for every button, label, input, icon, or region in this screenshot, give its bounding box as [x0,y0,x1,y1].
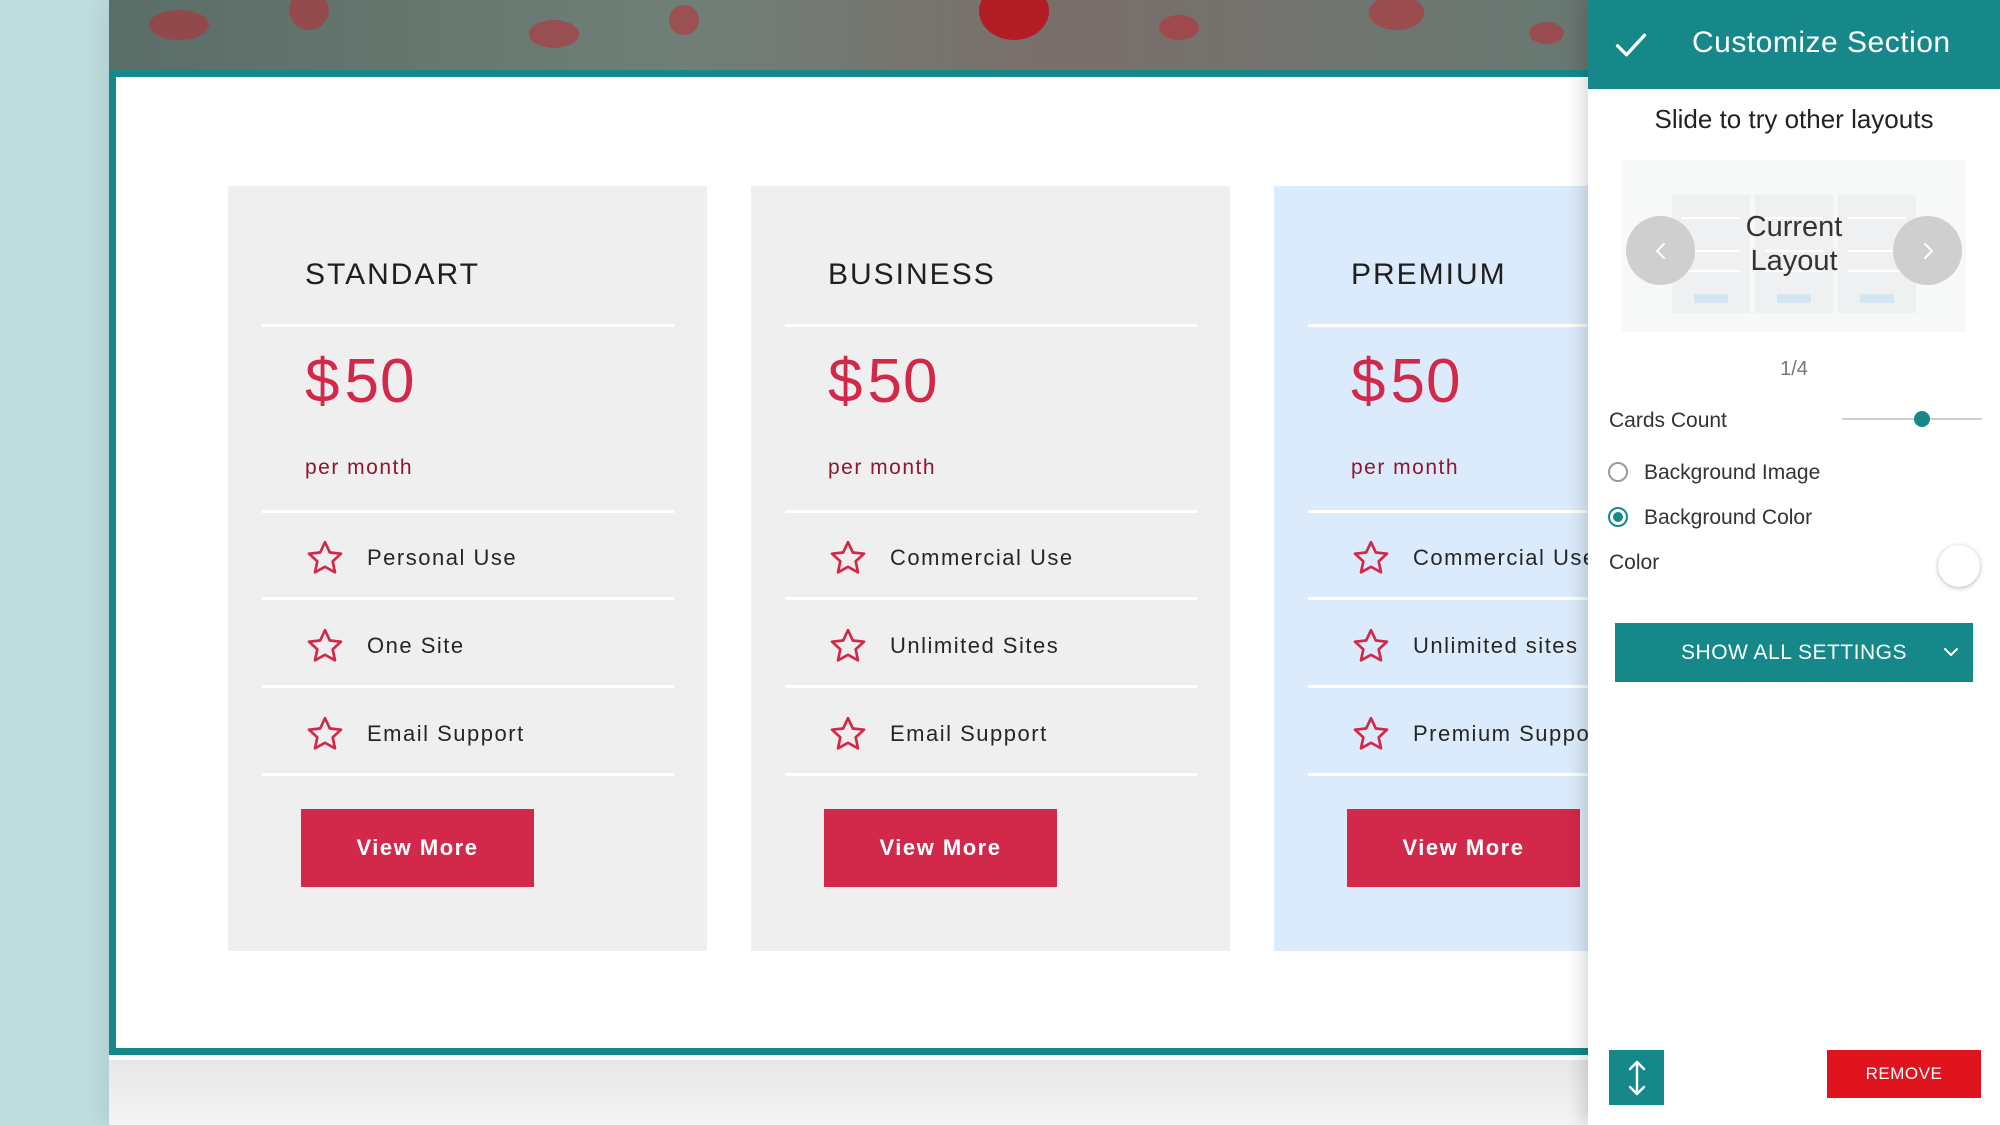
view-more-button[interactable]: View More [824,809,1057,887]
background-color-label[interactable]: Background Color [1644,506,1812,530]
star-outline-icon [1353,716,1389,750]
feature-label: Unlimited sites [1413,633,1579,658]
price-period: per month [1351,456,1460,479]
feature-label: Email Support [890,721,1048,746]
price-amount: 50 [1390,347,1462,416]
divider [262,773,674,776]
star-outline-icon [830,716,866,750]
feature-item: Unlimited sites [1351,626,1579,666]
vertical-arrows-icon [1628,1060,1645,1095]
price-period: per month [305,456,414,479]
feature-label: Premium Suppor [1413,721,1600,746]
feature-label: Commercial Use [1413,545,1597,570]
remove-section-button[interactable]: REMOVE [1827,1050,1981,1098]
price-amount: 50 [867,347,939,416]
divider [785,597,1197,600]
panel-title: Customize Section [1692,26,1951,59]
card-price: $50 [1351,346,1461,417]
feature-item: Email Support [828,714,1048,754]
currency-symbol: $ [305,347,341,416]
star-outline-icon [307,716,343,750]
color-picker-swatch[interactable] [1938,545,1980,587]
currency-symbol: $ [1351,347,1387,416]
star-outline-icon [307,540,343,574]
divider [785,324,1197,327]
divider [262,597,674,600]
next-layout-button[interactable] [1893,216,1962,285]
feature-label: Email Support [367,721,525,746]
card-title: BUSINESS [828,258,996,291]
color-label: Color [1609,551,1660,574]
star-outline-icon [307,628,343,662]
panel-header: Customize Section [1588,0,2000,89]
price-amount: 50 [344,347,416,416]
card-price: $50 [305,346,415,417]
chevron-left-icon [1655,242,1665,259]
chevron-down-icon [1944,648,1958,656]
feature-item: Email Support [305,714,525,754]
star-outline-icon [1353,540,1389,574]
feature-label: Personal Use [367,545,518,570]
divider [785,510,1197,513]
divider [262,685,674,688]
feature-item: One Site [305,626,465,666]
cards-count-slider-thumb[interactable] [1913,411,1930,427]
pricing-card-business: BUSINESS $50 per month Commercial Use Un… [751,186,1230,951]
slide-hint: Slide to try other layouts [1654,104,1934,134]
customize-panel: Customize Section Slide to try other lay… [1588,0,2000,1125]
currency-symbol: $ [828,347,864,416]
feature-item: Unlimited Sites [828,626,1059,666]
show-all-settings-button[interactable]: SHOW ALL SETTINGS [1615,623,1973,682]
background-image-radio[interactable] [1608,462,1628,482]
feature-item: Personal Use [305,538,517,578]
prev-layout-button[interactable] [1626,216,1695,285]
feature-item: Commercial Use [828,538,1074,578]
divider [785,685,1197,688]
price-period: per month [828,456,937,479]
chevron-right-icon [1923,242,1933,259]
view-more-button[interactable]: View More [301,809,534,887]
star-outline-icon [830,628,866,662]
card-title: STANDART [305,258,480,291]
background-image-label[interactable]: Background Image [1644,461,1820,485]
divider [262,324,674,327]
cards-count-label: Cards Count [1609,409,1727,432]
star-outline-icon [830,540,866,574]
check-icon[interactable] [1613,27,1649,63]
card-title: PREMIUM [1351,258,1507,291]
feature-label: One Site [367,633,465,658]
feature-item: Commercial Use [1351,538,1597,578]
pricing-section[interactable]: STANDART $50 per month Personal Use One … [109,70,1753,1055]
divider [785,773,1197,776]
move-section-button[interactable] [1609,1050,1664,1105]
layout-counter: 1/4 [1780,358,1808,380]
card-price: $50 [828,346,938,417]
feature-item: Premium Suppor [1351,714,1599,754]
star-outline-icon [1353,628,1389,662]
background-color-radio[interactable] [1608,507,1628,527]
feature-label: Commercial Use [890,545,1074,570]
divider [262,510,674,513]
cards-count-slider[interactable] [1842,418,1982,420]
pricing-card-standart: STANDART $50 per month Personal Use One … [228,186,707,951]
view-more-button[interactable]: View More [1347,809,1580,887]
feature-label: Unlimited Sites [890,633,1060,658]
